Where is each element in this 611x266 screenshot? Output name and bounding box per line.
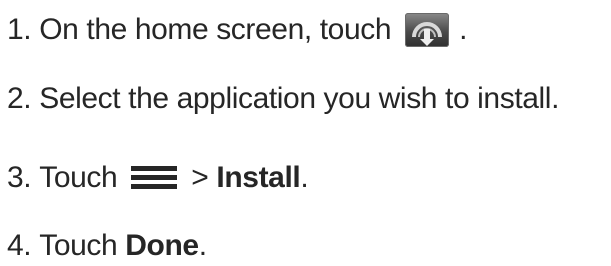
step-2: 2. Select the application you wish to in…	[7, 79, 559, 119]
step-number: 3.	[7, 161, 32, 194]
installer-app-icon	[405, 13, 450, 47]
step-number: 2.	[7, 82, 32, 115]
step-separator: >	[191, 161, 209, 194]
install-label: Install	[216, 161, 301, 194]
step-3: 3. Touch > Install .	[7, 158, 309, 198]
step-number: 1.	[7, 13, 32, 46]
step-4: 4. Touch Done .	[7, 226, 207, 266]
step-text: Touch	[39, 161, 118, 194]
step-punctuation: .	[459, 13, 468, 46]
step-text: Select the application you wish to insta…	[39, 82, 560, 115]
step-1: 1. On the home screen, touch .	[7, 10, 467, 50]
step-number: 4.	[7, 229, 32, 262]
step-text: Touch	[39, 229, 118, 262]
step-punctuation: .	[300, 161, 309, 194]
menu-icon	[131, 165, 178, 191]
step-text: On the home screen, touch	[39, 13, 392, 46]
done-label: Done	[125, 229, 199, 262]
step-punctuation: .	[198, 229, 207, 262]
